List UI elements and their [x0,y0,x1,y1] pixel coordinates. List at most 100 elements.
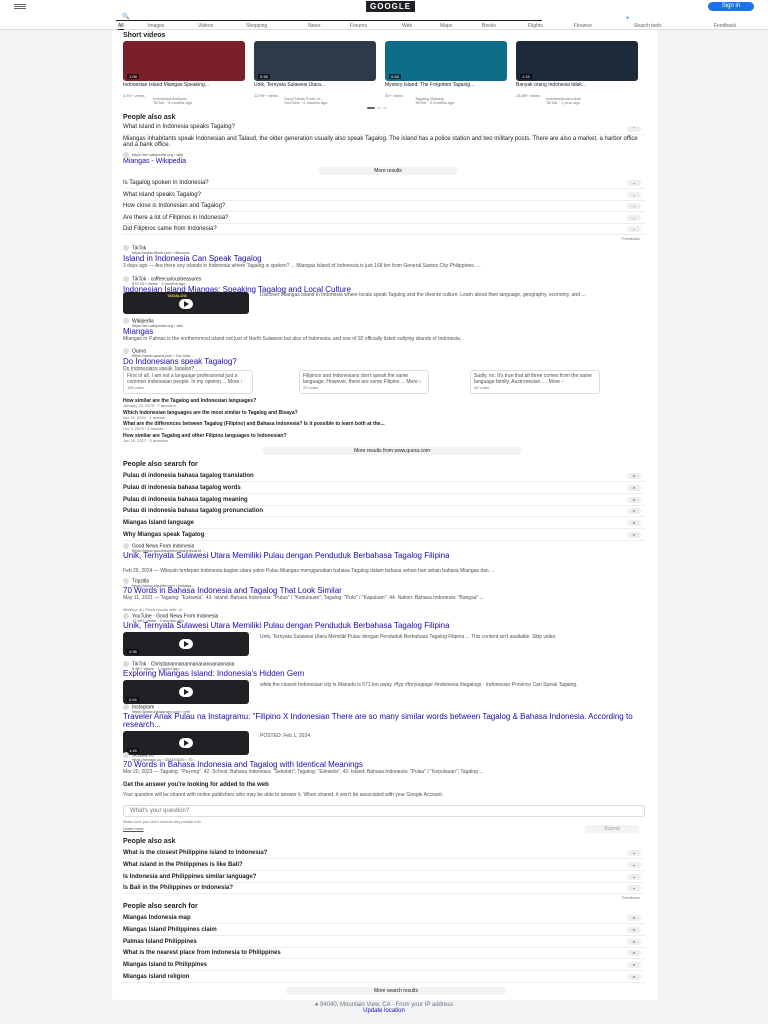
tab-videos[interactable]: Videos [198,23,213,29]
play-icon [179,299,193,309]
tab-forums[interactable]: Forums [350,23,367,29]
tab-all[interactable]: All [118,23,124,30]
tab-web[interactable]: Web [402,23,412,29]
paa-question-row[interactable]: What island in the Philippines is like B… [123,860,645,871]
paa-question-row[interactable]: Is Bali in the Philippines or Indonesia?… [123,883,645,895]
video-title[interactable]: Banyak orang Indonesia tidak... [516,82,636,88]
feedback-link[interactable]: Feedback [714,23,736,29]
paa-open-question[interactable]: What island in Indonesia speaks Tagalog?… [123,124,645,135]
result-title-link[interactable]: Miangas [123,327,153,336]
quora-answer-card[interactable]: Filipinos and Indonesians don't speak th… [299,370,429,394]
quora-more-results[interactable]: More results from www.quora.com [262,447,522,455]
related-search-row[interactable]: Miangas Island to Philippines ⌕ [123,960,645,972]
paa-question-row[interactable]: Are there a lot of Filipinos in Indonesi… [123,213,645,224]
result-snippet: Feb 29, 2024 — Wilayah terdepan Indonesi… [123,568,495,574]
tab-shopping[interactable]: Shopping [246,23,267,29]
paa-question-row[interactable]: Is Indonesia and Philippines similar lan… [123,872,645,883]
video-thumbnail[interactable]: 0:48 [385,41,507,81]
ask-desc: Your question will be shared with online… [123,792,444,798]
video-label: TAGALOG [167,293,187,298]
related-search-text: Miangas Island Philippines claim [123,926,217,933]
result-video-thumbnail[interactable]: TAGALOG [123,292,249,314]
related-search-row[interactable]: Miangas Island language ⌕ [123,518,645,530]
question-input[interactable]: What's your question? [123,805,645,817]
quora-answer-card[interactable]: Sadly, no. It's true that all three come… [470,370,600,394]
paa-question: Did Filipinos came from Indonesia? [123,226,217,232]
submit-button[interactable]: Submit [584,825,640,833]
quora-answer-text: First of all, I am not a language profes… [127,373,243,385]
menu-icon[interactable] [14,4,26,9]
site-favicon-icon [123,276,129,282]
quora-related-question[interactable]: How similar are Tagalog and other Filipi… [123,433,645,439]
result-title-link[interactable]: Island in Indonesia Can Speak Tagalog [123,254,262,263]
video-thumbnail[interactable]: 0:38 [254,41,376,81]
update-location-link[interactable]: Update location [363,1008,405,1014]
result-video-thumbnail[interactable]: 0:54 [123,680,249,704]
paa-question-row[interactable]: Is Tagalog spoken in Indonesia? ⌄ [123,178,645,189]
related-search-row[interactable]: Pulau di indonesia bahasa tagalog pronun… [123,506,645,518]
related-search-row[interactable]: Pulau di indonesia bahasa tagalog words ⌕ [123,483,645,494]
paa-question-row[interactable]: How close is Indonesian and Tagalog? ⌄ [123,201,645,212]
paa-feedback-link[interactable]: Feedback [622,236,640,241]
result-title-link[interactable]: Unik, Ternyata Sulawesi Utara Memiliki P… [123,552,645,560]
result-title-link[interactable]: Traveler Anak Pulau na Instagramu: "Fili… [123,713,645,729]
result-title-link[interactable]: 70 Words in Bahasa Indonesia and Tagalog… [123,761,645,769]
tab-flights[interactable]: Flights [528,23,543,29]
site-favicon-icon [123,752,129,758]
related-search-row[interactable]: Miangas Island Philippines claim ⌕ [123,925,645,936]
tab-maps[interactable]: Maps [440,23,452,29]
sign-in-button[interactable]: Sign in [708,2,754,11]
pas-heading: People also search for [123,461,198,468]
tab-images[interactable]: Images [148,23,164,29]
video-title[interactable]: Unik, Ternyata Sulawesi Utara... [254,82,374,88]
related-search-row[interactable]: What is the nearest place from Indonesia… [123,948,645,960]
tab-finance[interactable]: Finance [574,23,592,29]
search-icon: ⌕ [627,950,641,957]
video-title[interactable]: Mystery Island: The Forgotten Tagalog... [385,82,505,88]
paa-question-row[interactable]: Did Filipinos came from Indonesia? ⌄ [123,224,645,235]
result-title-link[interactable]: 70 Words in Bahasa Indonesia and Tagalog… [123,587,645,595]
quora-votes: 185 votes [127,385,145,390]
paa-question-row[interactable]: What is the closest Philippine island to… [123,848,645,859]
video-duration: 0:54 [127,697,139,702]
quora-related-question[interactable]: Which Indonesian languages are the most … [123,410,645,416]
video-thumbnail[interactable]: 1:15 [516,41,638,81]
result-snippet: Mar 20, 2023 — Tagalog: "Payong". 42. Sc… [123,769,484,775]
quora-answer-card[interactable]: First of all, I am not a language profes… [123,370,253,394]
result-video-thumbnail[interactable]: 0:38 [123,632,249,656]
learn-more-link[interactable]: Learn more [123,826,143,831]
related-search-row[interactable]: Pulau di indonesia bahasa tagalog meanin… [123,495,645,506]
paa-question: Is Indonesia and Philippines similar lan… [123,873,257,880]
related-search-row[interactable]: Why Miangas speak Tagalog ⌕ [123,530,645,541]
quora-related-question[interactable]: What are the differences between Tagalog… [123,421,645,427]
paa-answer-link[interactable]: Miangas - Wikipedia [123,158,186,165]
more-results-button[interactable]: More results [318,167,458,175]
result-title-link[interactable]: Unik, Ternyata Sulawesi Utara Memiliki P… [123,622,645,630]
result-title-link[interactable]: Do Indonesians speak Tagalog? [123,357,237,366]
result-snippet: May 11, 2021 — Tagalog: "Eskwela". 43. I… [123,595,484,601]
chevron-down-icon: ⌄ [627,214,641,221]
quora-related-meta: Apr 15, 2024 · 1 answer [123,414,166,420]
google-logo[interactable]: GOOGLE [366,1,416,12]
search-icon: ⌕ [627,520,641,527]
related-search-row[interactable]: Miangas Indonesia map ⌕ [123,913,645,924]
paa-question-row[interactable]: What island speaks Tagalog? ⌄ [123,190,645,201]
tab-books[interactable]: Books [482,23,496,29]
video-thumbnail[interactable]: 1:08 [123,41,245,81]
video-title[interactable]: Indonesian Island Miangas Speaking... [123,82,243,88]
related-search-row[interactable]: Palmas Island Philippines ⌕ [123,937,645,948]
search-icon[interactable]: 🔍 [122,13,129,20]
search-tools-button[interactable]: Search tools [634,23,662,29]
google-apps-icon[interactable]: ● [626,15,629,21]
video-duration: 1:15 [520,74,532,79]
paa-question: How close is Indonesian and Tagalog? [123,203,226,209]
related-search-row[interactable]: Miangas island religion ⌕ [123,972,645,983]
result-title-link[interactable]: Exploring Miangas Island: Indonesia's Hi… [123,670,645,678]
search-input[interactable]: 🔍 [116,14,542,21]
related-search-row[interactable]: Pulau di indonesia bahasa tagalog transl… [123,471,645,482]
paa2-feedback-link[interactable]: Feedback [622,895,640,900]
more-search-results-button[interactable]: More search results [286,987,506,995]
quora-related-question[interactable]: How similar are the Tagalog and Indonesi… [123,398,645,404]
tab-news[interactable]: News [308,23,321,29]
result-snippet: 3 days ago — Are there any islands in In… [123,263,481,269]
